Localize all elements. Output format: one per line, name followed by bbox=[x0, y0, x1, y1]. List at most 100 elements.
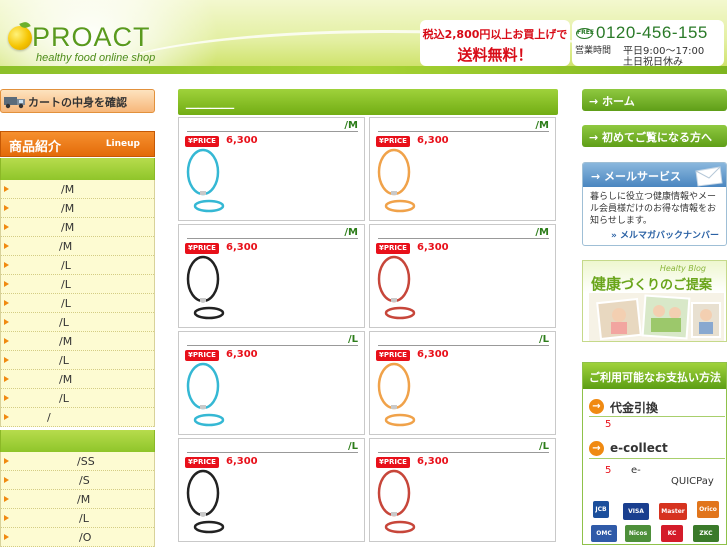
product-name-link[interactable]: /L bbox=[187, 334, 358, 346]
necklace-image[interactable] bbox=[372, 360, 432, 436]
first-time-visitors-button[interactable]: → 初めてご覧になる方へ bbox=[582, 125, 727, 147]
menu-item[interactable]: /L bbox=[1, 509, 154, 528]
menu-item[interactable]: /L bbox=[1, 313, 154, 332]
menu-item[interactable]: /M bbox=[1, 218, 154, 237]
payment-methods-header: ご利用可能なお支払い方法 bbox=[583, 363, 726, 389]
lineup-header: 商品紹介 Lineup bbox=[0, 131, 155, 157]
product-price: 6,300 bbox=[226, 456, 258, 467]
product-name-link[interactable]: /L bbox=[378, 334, 549, 346]
logo-ball-icon[interactable] bbox=[8, 26, 32, 50]
menu-item[interactable]: /S bbox=[1, 471, 154, 490]
mail-service-header[interactable]: → メールサービス bbox=[583, 163, 726, 187]
payment-ecollect-note: 5 bbox=[605, 465, 612, 476]
menu-item-label: /L bbox=[59, 354, 69, 367]
envelope-icon bbox=[695, 166, 723, 187]
payment-cod[interactable]: → 代金引換 bbox=[589, 397, 725, 417]
menu-item[interactable]: /M bbox=[1, 199, 154, 218]
product-name-link[interactable]: /M bbox=[187, 120, 358, 132]
menu-item-label: /M bbox=[77, 493, 91, 506]
menu-item-label: /L bbox=[59, 392, 69, 405]
logo-text[interactable]: PROACT bbox=[32, 22, 151, 53]
menu-item[interactable]: /L bbox=[1, 256, 154, 275]
product-card[interactable]: /L ¥PRICE 6,300 bbox=[369, 438, 556, 542]
product-card[interactable]: /M ¥PRICE 6,300 bbox=[369, 224, 556, 328]
necklace-image[interactable] bbox=[181, 467, 241, 543]
product-card[interactable]: /M ¥PRICE 6,300 bbox=[369, 117, 556, 221]
product-card[interactable]: /M ¥PRICE 6,300 bbox=[178, 224, 365, 328]
menu-item-label: /L bbox=[61, 259, 71, 272]
menu-item[interactable]: /M bbox=[1, 370, 154, 389]
menu-item-label: /M bbox=[61, 221, 75, 234]
cart-truck-icon bbox=[4, 97, 25, 109]
healthy-blog-banner[interactable]: Healty Blog 健康づくりのご提案 bbox=[582, 260, 727, 342]
first-time-visitors-label: → 初めてご覧になる方へ bbox=[589, 131, 713, 144]
view-cart-button[interactable]: カートの中身を確認 bbox=[0, 89, 155, 113]
card-nicos-logo: Nicos bbox=[625, 525, 651, 542]
blog-title: 健康づくりのご提案 bbox=[591, 273, 712, 294]
mail-service-box: → メールサービス 暮らしに役立つ健康情報やメール会員様だけのお得な情報をお知ら… bbox=[582, 162, 727, 246]
menu-item[interactable]: /L bbox=[1, 389, 154, 408]
product-price: 6,300 bbox=[417, 242, 449, 253]
menu-item[interactable]: /O bbox=[1, 528, 154, 547]
free-dial-icon: FREE bbox=[576, 28, 594, 39]
product-name-link[interactable]: /L bbox=[378, 441, 549, 453]
menu-item-label: /SS bbox=[77, 455, 95, 468]
arrow-right-icon bbox=[4, 281, 9, 287]
product-card[interactable]: /M ¥PRICE 6,300 bbox=[178, 117, 365, 221]
payment-cod-label: 代金引換 bbox=[610, 401, 659, 415]
arrow-right-icon bbox=[4, 186, 9, 192]
logo-subtitle: healthy food online shop bbox=[36, 52, 156, 64]
menu-item[interactable]: /M bbox=[1, 332, 154, 351]
necklace-image[interactable] bbox=[372, 146, 432, 222]
category-menu-2: /SS/S/M/L/O bbox=[0, 452, 155, 547]
arrow-right-icon bbox=[4, 319, 9, 325]
arrow-circle-icon: → bbox=[589, 399, 604, 414]
menu-item[interactable]: / bbox=[1, 408, 154, 427]
menu-item[interactable]: /L bbox=[1, 294, 154, 313]
product-card[interactable]: /L ¥PRICE 6,300 bbox=[178, 438, 365, 542]
product-list-title[interactable]: ＿＿＿＿ bbox=[186, 94, 234, 111]
arrow-right-icon bbox=[4, 477, 9, 483]
menu-item[interactable]: /SS bbox=[1, 452, 154, 471]
site-header: PROACT healthy food online shop 税込2,800円… bbox=[0, 0, 727, 74]
arrow-right-icon bbox=[4, 205, 9, 211]
product-card[interactable]: /L ¥PRICE 6,300 bbox=[369, 331, 556, 435]
menu-item-label: /O bbox=[79, 531, 92, 544]
menu-item[interactable]: /M bbox=[1, 237, 154, 256]
arrow-right-icon bbox=[4, 395, 9, 401]
product-card[interactable]: /L ¥PRICE 6,300 bbox=[178, 331, 365, 435]
newsletter-backnumber-link[interactable]: » メルマガバックナンバー bbox=[611, 228, 719, 241]
category-menu-1: /M/M/M/M/L/L/L/L/M/L/M/L / bbox=[0, 180, 155, 427]
category-header-2 bbox=[0, 430, 155, 452]
product-list-header: ＿＿＿＿ bbox=[178, 89, 558, 115]
menu-item[interactable]: /L bbox=[1, 275, 154, 294]
menu-item[interactable]: /M bbox=[1, 490, 154, 509]
payment-ecollect-label: e-collect bbox=[610, 441, 668, 455]
menu-item-label: /M bbox=[61, 183, 75, 196]
necklace-image[interactable] bbox=[181, 360, 241, 436]
product-name-link[interactable]: /L bbox=[187, 441, 358, 453]
arrow-right-icon bbox=[4, 376, 9, 382]
menu-item[interactable]: /L bbox=[1, 351, 154, 370]
promo-line1: 税込2,800円以上お買上げで bbox=[422, 28, 568, 41]
product-price: 6,300 bbox=[226, 135, 258, 146]
product-name-link[interactable]: /M bbox=[378, 227, 549, 239]
card-jcb-logo: JCB bbox=[593, 501, 609, 518]
arrow-right-icon bbox=[4, 262, 9, 268]
card-zkc-logo: ZKC bbox=[693, 525, 719, 542]
necklace-image[interactable] bbox=[372, 253, 432, 329]
necklace-image[interactable] bbox=[181, 146, 241, 222]
home-button[interactable]: → ホーム bbox=[582, 89, 727, 111]
necklace-image[interactable] bbox=[181, 253, 241, 329]
payment-ecollect[interactable]: → e-collect bbox=[589, 439, 725, 459]
view-cart-label: カートの中身を確認 bbox=[28, 96, 127, 109]
card-visa-logo: VISA bbox=[623, 503, 649, 520]
payment-cod-note: 5 bbox=[605, 419, 612, 430]
menu-item[interactable]: /M bbox=[1, 180, 154, 199]
product-name-link[interactable]: /M bbox=[378, 120, 549, 132]
phone-number: 0120-456-155 bbox=[596, 23, 708, 42]
payment-ecollect-note2: e- bbox=[631, 465, 641, 476]
necklace-image[interactable] bbox=[372, 467, 432, 543]
product-name-link[interactable]: /M bbox=[187, 227, 358, 239]
menu-item-label: /L bbox=[59, 316, 69, 329]
